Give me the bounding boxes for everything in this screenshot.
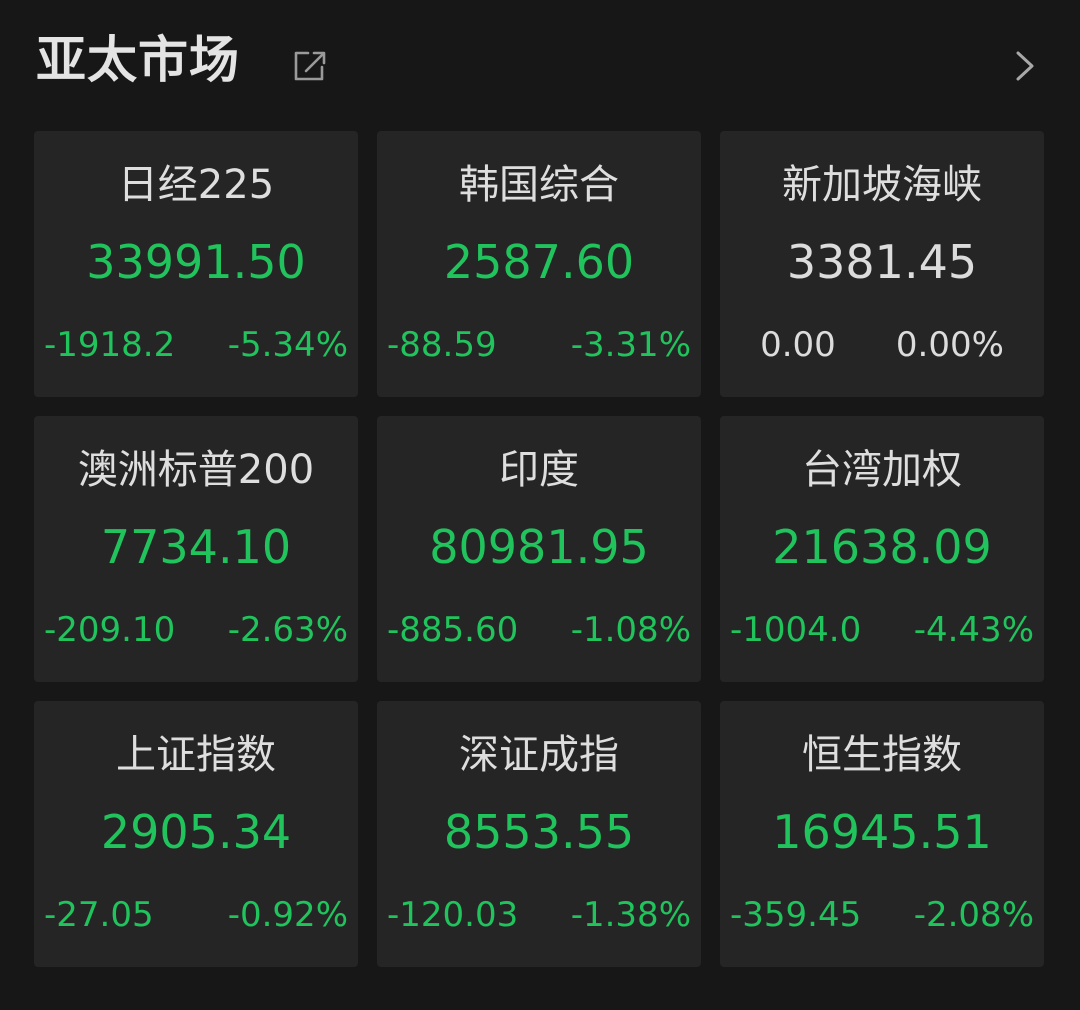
index-price: 21638.09 xyxy=(772,520,992,574)
index-change: 0.00 xyxy=(760,325,836,365)
index-name: 上证指数 xyxy=(116,732,276,778)
index-price: 33991.50 xyxy=(86,235,306,289)
index-price: 7734.10 xyxy=(100,520,292,574)
index-card-taiex[interactable]: 台湾加权 21638.09 -1004.0 -4.43% xyxy=(720,416,1044,682)
index-change-percent: -3.31% xyxy=(570,325,691,365)
index-name: 澳洲标普200 xyxy=(77,447,315,493)
index-change: -120.03 xyxy=(387,895,519,935)
index-card-shanghai-composite[interactable]: 上证指数 2905.34 -27.05 -0.92% xyxy=(34,701,358,967)
index-change: -1004.0 xyxy=(730,610,862,650)
section-title: 亚太市场 xyxy=(36,31,240,89)
index-change-percent: -1.38% xyxy=(570,895,691,935)
index-price: 80981.95 xyxy=(429,520,649,574)
index-change-percent: -2.63% xyxy=(227,610,348,650)
index-price: 2905.34 xyxy=(100,805,292,859)
index-name: 日经225 xyxy=(117,162,275,208)
index-name: 新加坡海峡 xyxy=(782,162,982,208)
index-name: 恒生指数 xyxy=(802,732,962,778)
index-change-row: -1918.2 -5.34% xyxy=(42,323,350,367)
index-change-percent: -5.34% xyxy=(227,325,348,365)
index-name: 印度 xyxy=(499,447,579,493)
index-change-percent: -2.08% xyxy=(913,895,1034,935)
index-card-india[interactable]: 印度 80981.95 -885.60 -1.08% xyxy=(377,416,701,682)
index-card-asx200[interactable]: 澳洲标普200 7734.10 -209.10 -2.63% xyxy=(34,416,358,682)
index-price: 8553.55 xyxy=(443,805,635,859)
index-name: 韩国综合 xyxy=(459,162,619,208)
index-change-row: -209.10 -2.63% xyxy=(42,608,350,652)
share-export-icon[interactable] xyxy=(290,45,330,85)
index-change: -209.10 xyxy=(44,610,176,650)
index-price: 16945.51 xyxy=(772,805,992,859)
index-change-percent: -4.43% xyxy=(913,610,1034,650)
index-change-row: 0.00 0.00% xyxy=(728,323,1036,367)
index-grid: 日经225 33991.50 -1918.2 -5.34% 韩国综合 2587.… xyxy=(34,131,1044,971)
index-change: -885.60 xyxy=(387,610,519,650)
chevron-right-icon[interactable] xyxy=(1010,48,1040,84)
index-change-row: -885.60 -1.08% xyxy=(385,608,693,652)
index-price: 2587.60 xyxy=(443,235,635,289)
index-change-percent: -1.08% xyxy=(570,610,691,650)
index-card-shenzhen-component[interactable]: 深证成指 8553.55 -120.03 -1.38% xyxy=(377,701,701,967)
index-change-row: -120.03 -1.38% xyxy=(385,893,693,937)
index-change: -27.05 xyxy=(44,895,154,935)
index-card-nikkei225[interactable]: 日经225 33991.50 -1918.2 -5.34% xyxy=(34,131,358,397)
index-change: -1918.2 xyxy=(44,325,176,365)
index-change-row: -88.59 -3.31% xyxy=(385,323,693,367)
index-change-row: -27.05 -0.92% xyxy=(42,893,350,937)
index-name: 台湾加权 xyxy=(802,447,962,493)
index-card-hang-seng[interactable]: 恒生指数 16945.51 -359.45 -2.08% xyxy=(720,701,1044,967)
index-change-percent: 0.00% xyxy=(895,325,1004,365)
index-change: -88.59 xyxy=(387,325,497,365)
section-header: 亚太市场 xyxy=(0,0,1080,125)
index-card-straits-times[interactable]: 新加坡海峡 3381.45 0.00 0.00% xyxy=(720,131,1044,397)
index-card-kospi[interactable]: 韩国综合 2587.60 -88.59 -3.31% xyxy=(377,131,701,397)
index-change-row: -1004.0 -4.43% xyxy=(728,608,1036,652)
index-price: 3381.45 xyxy=(786,235,978,289)
index-change-percent: -0.92% xyxy=(227,895,348,935)
index-name: 深证成指 xyxy=(459,732,619,778)
index-change-row: -359.45 -2.08% xyxy=(728,893,1036,937)
index-change: -359.45 xyxy=(730,895,862,935)
